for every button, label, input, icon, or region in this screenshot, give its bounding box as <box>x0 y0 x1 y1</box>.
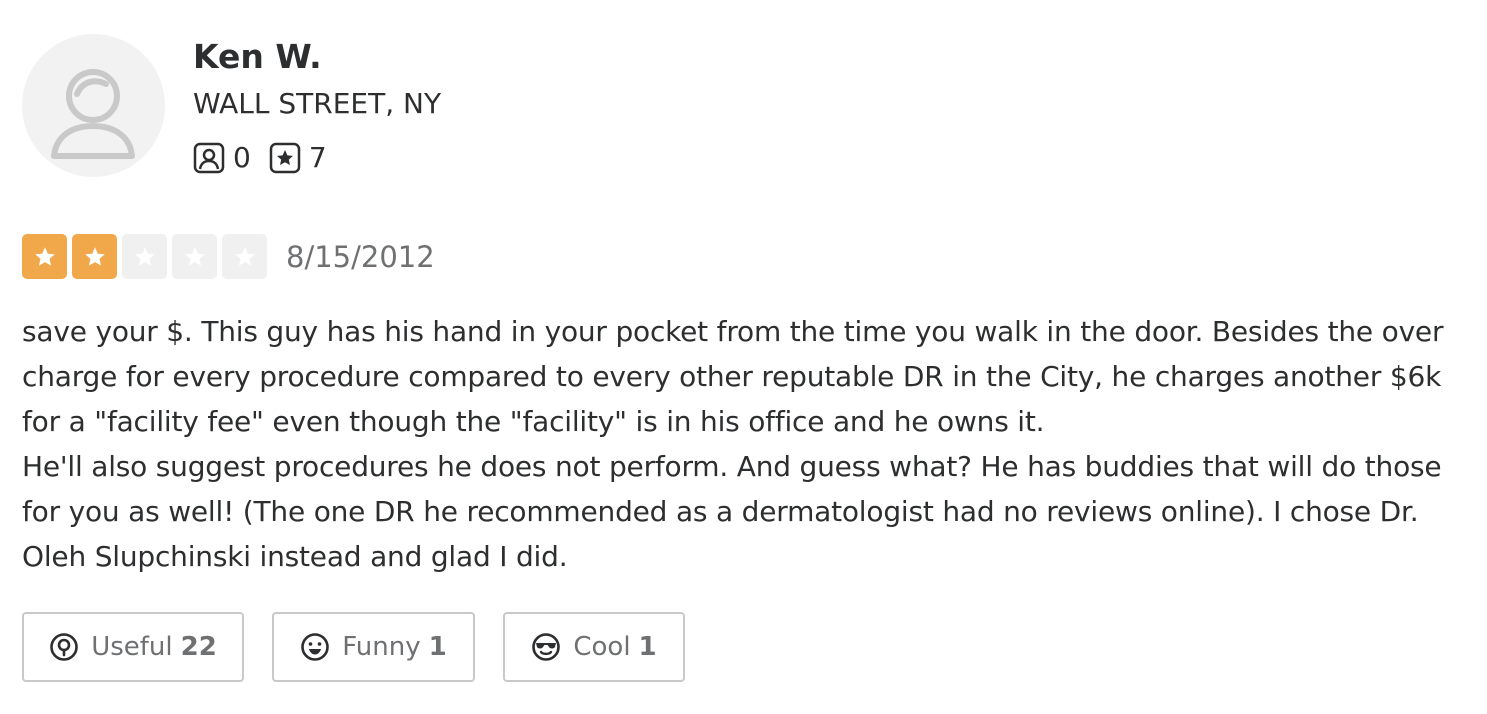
friends-stat: 0 <box>193 141 251 174</box>
cool-button[interactable]: Cool 1 <box>503 612 685 682</box>
sunglasses-face-icon <box>532 633 561 661</box>
review-date: 8/15/2012 <box>286 239 435 274</box>
user-name[interactable]: Ken W. <box>193 37 322 76</box>
star-icon <box>34 246 55 266</box>
cool-count: 1 <box>638 632 657 662</box>
useful-count: 22 <box>180 632 217 662</box>
star-empty <box>172 234 217 279</box>
useful-button[interactable]: Useful 22 <box>22 612 244 682</box>
star-icon <box>84 246 105 266</box>
friends-count: 0 <box>233 141 251 174</box>
star-empty <box>222 234 267 279</box>
star-icon <box>134 246 155 266</box>
user-stats: 0 7 <box>193 141 345 174</box>
star-filled <box>22 234 67 279</box>
user-location: WALL STREET, NY <box>193 87 442 120</box>
rating-row: 8/15/2012 <box>22 234 435 279</box>
review-text: save your $. This guy has his hand in yo… <box>22 309 1467 579</box>
star-empty <box>122 234 167 279</box>
star-rating <box>22 234 272 279</box>
reviews-stat: 7 <box>269 141 327 174</box>
avatar[interactable] <box>22 34 165 177</box>
lightbulb-icon <box>50 633 78 661</box>
review-paragraph: He'll also suggest procedures he does no… <box>22 450 1442 573</box>
star-filled <box>72 234 117 279</box>
funny-label: Funny <box>342 632 421 662</box>
default-user-avatar-icon <box>51 69 135 159</box>
useful-label: Useful <box>91 632 173 662</box>
friends-icon <box>193 142 225 173</box>
star-icon <box>234 246 255 266</box>
reactions-bar: Useful 22 Funny 1 Cool 1 <box>22 612 713 682</box>
review-paragraph: save your $. This guy has his hand in yo… <box>22 315 1444 438</box>
reviews-count: 7 <box>308 141 327 174</box>
funny-button[interactable]: Funny 1 <box>272 612 475 682</box>
review-star-icon <box>269 142 301 173</box>
cool-label: Cool <box>573 632 631 662</box>
funny-count: 1 <box>428 632 447 662</box>
star-icon <box>184 246 205 266</box>
smile-icon <box>301 633 330 661</box>
